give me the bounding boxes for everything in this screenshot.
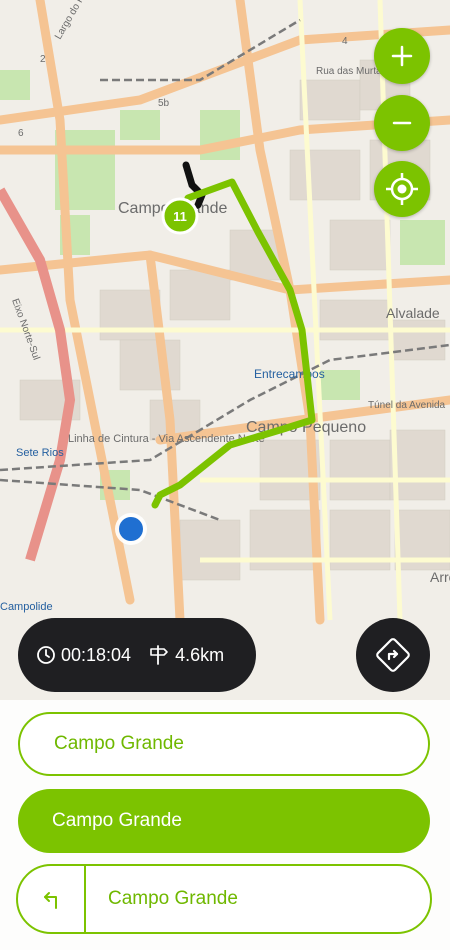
label-road-5b: 5b — [158, 98, 170, 109]
trip-distance: 4.6km — [175, 644, 225, 665]
waypoint-count: 11 — [173, 209, 187, 224]
directions-icon — [376, 638, 410, 672]
label-entrecampos: Entrecampos — [254, 367, 325, 381]
turn-icon-container — [18, 866, 86, 932]
label-arroios: Arroios — [430, 569, 450, 585]
label-tunel-avenida: Túnel da Avenida — [368, 400, 446, 411]
current-location-marker — [115, 513, 147, 545]
next-turn-row[interactable]: Campo Grande — [16, 864, 432, 934]
waypoint-marker[interactable]: 11 — [161, 197, 199, 235]
label-road-6: 6 — [18, 128, 24, 139]
plus-icon — [391, 45, 413, 67]
destination-label: Campo Grande — [52, 810, 182, 831]
navigate-button[interactable] — [356, 618, 430, 692]
zoom-in-button[interactable] — [374, 28, 430, 84]
destination-label: Campo Grande — [54, 733, 184, 754]
label-sete-rios: Sete Rios — [16, 447, 64, 459]
minus-icon — [392, 121, 412, 125]
crosshair-icon — [386, 173, 418, 205]
turn-left-icon — [44, 892, 57, 909]
label-alvalade: Alvalade — [386, 305, 440, 321]
destination-option-selected[interactable]: Campo Grande — [18, 789, 430, 853]
clock-icon — [37, 646, 55, 664]
destination-option-first[interactable]: Campo Grande — [18, 712, 430, 776]
label-road-2: 2 — [40, 54, 46, 65]
label-campolide: Campolide — [0, 601, 53, 613]
label-road-4: 4 — [342, 36, 348, 47]
turn-destination-label: Campo Grande — [108, 888, 238, 909]
trip-duration: 00:18:04 — [61, 644, 132, 665]
trip-stats: 00:18:04 4.6km — [18, 618, 256, 692]
signpost-icon — [150, 645, 168, 665]
locate-button[interactable] — [374, 161, 430, 217]
zoom-out-button[interactable] — [374, 95, 430, 151]
